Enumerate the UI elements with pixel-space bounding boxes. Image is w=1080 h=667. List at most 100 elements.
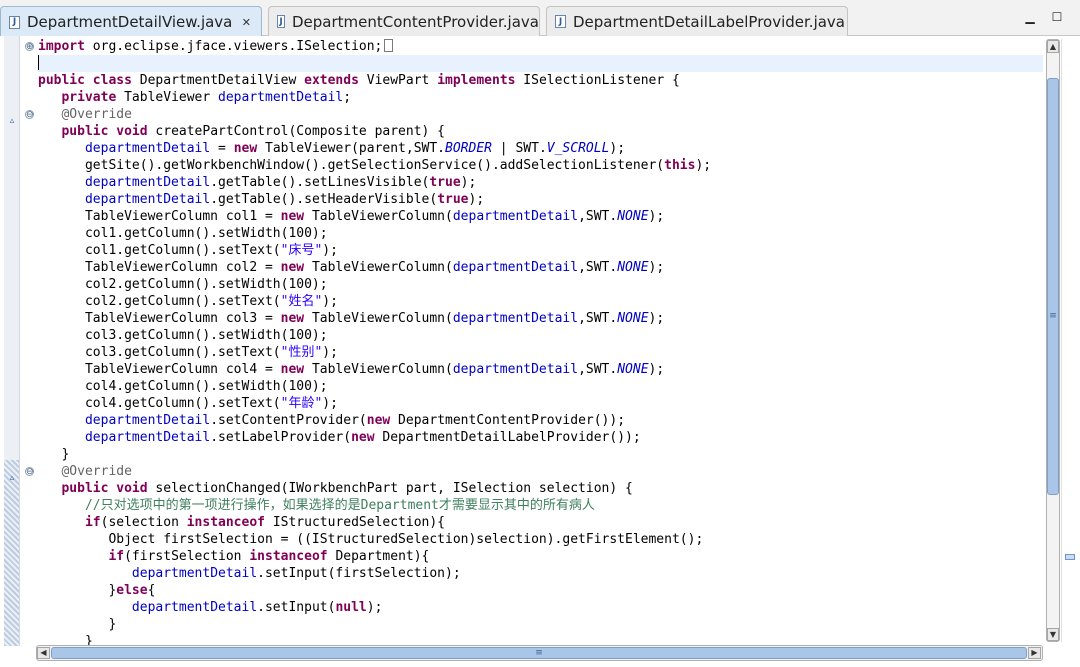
code-token: | SWT. bbox=[491, 141, 547, 156]
code-token: new bbox=[280, 362, 305, 377]
code-line[interactable]: import org.eclipse.jface.viewers.ISelect… bbox=[38, 38, 1043, 55]
horizontal-scrollbar[interactable]: ◀ ≡ ▶ bbox=[36, 645, 1043, 661]
collapse-fold-icon[interactable]: ⊖ bbox=[25, 110, 34, 120]
vertical-scrollbar[interactable]: ▲ ≡ ▼ bbox=[1046, 39, 1060, 642]
code-line[interactable]: departmentDetail.setInput(firstSelection… bbox=[38, 565, 1043, 582]
horizontal-scroll-thumb[interactable]: ≡ bbox=[51, 647, 1027, 659]
code-line[interactable]: departmentDetail.setContentProvider(new … bbox=[38, 412, 1043, 429]
code-line[interactable]: departmentDetail.setLabelProvider(new De… bbox=[38, 429, 1043, 446]
grip-icon: ≡ bbox=[535, 648, 543, 658]
tab-department-detail-label-provider[interactable]: J DepartmentDetailLabelProvider.java bbox=[546, 6, 848, 36]
code-token: ); bbox=[648, 260, 665, 275]
code-line[interactable]: Object firstSelection = ((IStructuredSel… bbox=[38, 531, 1043, 548]
code-token: departmentDetail bbox=[84, 430, 211, 445]
code-line[interactable]: TableViewerColumn col3 = new TableViewer… bbox=[38, 310, 1043, 327]
code-line[interactable]: if(selection instanceof IStructuredSelec… bbox=[38, 514, 1043, 531]
code-line[interactable]: TableViewerColumn col4 = new TableViewer… bbox=[38, 361, 1043, 378]
close-icon[interactable]: ✕ bbox=[240, 16, 252, 29]
code-token: ); bbox=[648, 209, 665, 224]
code-line[interactable]: departmentDetail.getTable().setLinesVisi… bbox=[38, 174, 1043, 191]
code-token: ,SWT. bbox=[578, 311, 618, 326]
folding-ruler bbox=[20, 36, 36, 646]
tab-department-detail-view[interactable]: J DepartmentDetailView.java ✕ bbox=[0, 6, 262, 37]
code-token: NONE bbox=[617, 209, 649, 224]
code-line[interactable]: col1.getColumn().setWidth(100); bbox=[38, 225, 1043, 242]
maximize-icon[interactable]: ☐ bbox=[1050, 10, 1064, 24]
code-token: ); bbox=[322, 243, 338, 258]
scroll-right-arrow-icon[interactable]: ▶ bbox=[1028, 647, 1041, 659]
collapsed-region-icon[interactable] bbox=[384, 39, 394, 52]
code-token: selectionChanged(IWorkbenchPart part, IS… bbox=[147, 481, 633, 496]
code-token: import bbox=[38, 39, 85, 54]
minimize-icon[interactable]: ▁ bbox=[1023, 10, 1037, 24]
code-token: //只对选项中的第一项进行操作，如果选择的是Department才需要显示其中的… bbox=[84, 498, 595, 513]
code-line[interactable]: if(firstSelection instanceof Department)… bbox=[38, 548, 1043, 565]
tab-department-content-provider[interactable]: J DepartmentContentProvider.java bbox=[268, 6, 540, 36]
code-line[interactable]: }else{ bbox=[38, 582, 1043, 599]
scroll-left-arrow-icon[interactable]: ◀ bbox=[37, 647, 50, 659]
code-line[interactable]: col4.getColumn().setWidth(100); bbox=[38, 378, 1043, 395]
tab-label: DepartmentContentProvider.java bbox=[291, 12, 539, 31]
code-token: departmentDetail bbox=[452, 209, 579, 224]
code-token: } bbox=[38, 583, 117, 598]
collapse-fold-icon[interactable]: ⊖ bbox=[25, 467, 34, 477]
code-token: TableViewerColumn( bbox=[304, 311, 453, 326]
code-line[interactable]: TableViewerColumn col1 = new TableViewer… bbox=[38, 208, 1043, 225]
code-token: public bbox=[61, 481, 109, 496]
code-editor[interactable]: import org.eclipse.jface.viewers.ISelect… bbox=[0, 36, 1080, 667]
code-token: departmentDetail bbox=[84, 413, 211, 428]
override-indicator-icon[interactable]: ▵ bbox=[7, 473, 17, 483]
code-line[interactable]: departmentDetail.setInput(null); bbox=[38, 599, 1043, 616]
vertical-scroll-thumb[interactable]: ≡ bbox=[1047, 78, 1059, 495]
code-line[interactable]: getSite().getWorkbenchWindow().getSelect… bbox=[38, 157, 1043, 174]
scroll-up-arrow-icon[interactable]: ▲ bbox=[1047, 40, 1059, 53]
code-token: DepartmentDetailLabelProvider()); bbox=[374, 430, 641, 445]
code-line[interactable]: } bbox=[38, 446, 1043, 463]
code-token: departmentDetail bbox=[452, 362, 579, 377]
code-line[interactable]: departmentDetail = new TableViewer(paren… bbox=[38, 140, 1043, 157]
scroll-down-arrow-icon[interactable]: ▼ bbox=[1047, 628, 1059, 641]
code-token: ); bbox=[468, 192, 485, 207]
code-line[interactable]: @Override bbox=[38, 463, 1043, 480]
code-line[interactable]: col2.getColumn().setWidth(100); bbox=[38, 276, 1043, 293]
code-token: ); bbox=[648, 362, 665, 377]
overview-ruler[interactable] bbox=[1061, 39, 1077, 642]
code-line[interactable] bbox=[38, 55, 1043, 72]
override-indicator-icon[interactable]: ▵ bbox=[7, 116, 17, 126]
code-token: ); bbox=[609, 141, 626, 156]
code-line[interactable]: //只对选项中的第一项进行操作，如果选择的是Department才需要显示其中的… bbox=[38, 497, 1043, 514]
code-token: "姓名" bbox=[280, 294, 323, 309]
java-file-icon: J bbox=[277, 15, 285, 28]
code-line[interactable]: departmentDetail.getTable().setHeaderVis… bbox=[38, 191, 1043, 208]
code-line[interactable]: public void createPartControl(Composite … bbox=[38, 123, 1043, 140]
code-token: instanceof bbox=[249, 549, 328, 564]
code-line[interactable]: col3.getColumn().setWidth(100); bbox=[38, 327, 1043, 344]
overview-marker[interactable] bbox=[1065, 554, 1075, 560]
code-token: .getTable().setHeaderVisible( bbox=[210, 192, 438, 207]
code-line[interactable]: TableViewerColumn col2 = new TableViewer… bbox=[38, 259, 1043, 276]
code-line[interactable]: private TableViewer departmentDetail; bbox=[38, 89, 1043, 106]
code-token: col2.getColumn().setText( bbox=[38, 294, 281, 309]
code-line[interactable]: @Override bbox=[38, 106, 1043, 123]
code-line[interactable]: } bbox=[38, 616, 1043, 633]
code-area[interactable]: import org.eclipse.jface.viewers.ISelect… bbox=[38, 36, 1043, 648]
code-token: public bbox=[61, 124, 109, 139]
code-token: @Override bbox=[61, 107, 132, 122]
code-token: col1.getColumn().setWidth(100); bbox=[38, 226, 328, 241]
code-line[interactable]: col3.getColumn().setText("性别"); bbox=[38, 344, 1043, 361]
code-line[interactable]: public class DepartmentDetailView extend… bbox=[38, 72, 1043, 89]
code-token: col1.getColumn().setText( bbox=[38, 243, 281, 258]
code-token: TableViewerColumn col1 = bbox=[38, 209, 281, 224]
code-line[interactable]: col2.getColumn().setText("姓名"); bbox=[38, 293, 1043, 310]
expand-fold-icon[interactable]: ⊕ bbox=[25, 42, 34, 52]
code-line[interactable]: public void selectionChanged(IWorkbenchP… bbox=[38, 480, 1043, 497]
code-line[interactable]: col4.getColumn().setText("年龄"); bbox=[38, 395, 1043, 412]
code-token: ); bbox=[695, 158, 712, 173]
code-line[interactable]: col1.getColumn().setText("床号"); bbox=[38, 242, 1043, 259]
